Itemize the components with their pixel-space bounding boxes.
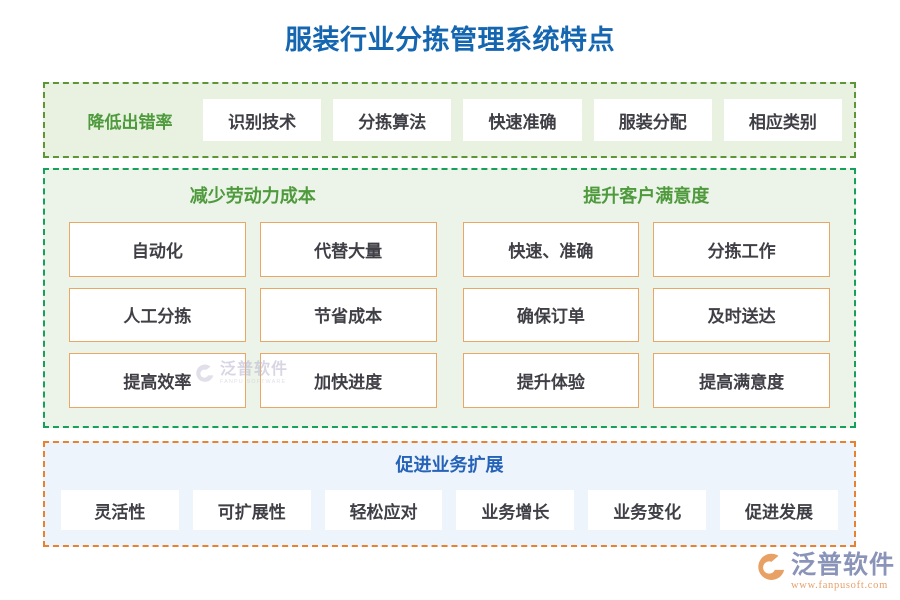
expansion-chip-3[interactable]: 轻松应对: [324, 490, 443, 530]
accuracy-chip-1[interactable]: 识别技术: [203, 99, 322, 141]
accuracy-chip-4[interactable]: 服装分配: [593, 99, 712, 141]
brand-url: www.fanpusoft.com: [791, 580, 888, 591]
section-expansion-chip-row: 灵活性 可扩展性 轻松应对 业务增长 业务变化 促进发展: [61, 487, 838, 533]
infographic-page: 服装行业分拣管理系统特点 降低出错率 识别技术 分拣算法 快速准确 服装分配 相…: [0, 0, 900, 600]
labor-chip-5[interactable]: 提高效率: [69, 353, 246, 408]
satisfaction-chip-1[interactable]: 快速、准确: [462, 222, 640, 277]
satisfaction-chip-2[interactable]: 分拣工作: [653, 222, 830, 277]
column-satisfaction-heading: 提升客户满意度: [583, 186, 710, 206]
column-labor-heading: 减少劳动力成本: [189, 186, 316, 206]
labor-chip-6[interactable]: 加快进度: [259, 353, 437, 408]
column-satisfaction: 提升客户满意度 快速、准确 分拣工作 确保订单 及时送达 提升体验 提高满意度: [462, 184, 830, 408]
satisfaction-chip-4[interactable]: 及时送达: [653, 287, 830, 343]
expansion-chip-4[interactable]: 业务增长: [456, 490, 575, 530]
brand-text: 泛普软件 www.fanpusoft.com: [791, 552, 895, 592]
section-accuracy-chip-row: 识别技术 分拣算法 快速准确 服装分配 相应类别: [203, 99, 843, 141]
satisfaction-chip-5[interactable]: 提升体验: [462, 353, 640, 408]
section-accuracy: 降低出错率 识别技术 分拣算法 快速准确 服装分配 相应类别: [43, 82, 856, 158]
accuracy-chip-2[interactable]: 分拣算法: [333, 99, 452, 141]
expansion-chip-2[interactable]: 可扩展性: [192, 490, 311, 530]
brand-swoosh-icon: [757, 553, 787, 583]
brand-logo: 泛普软件 www.fanpusoft.com: [757, 552, 895, 592]
section-accuracy-label: 降低出错率: [87, 112, 173, 132]
labor-chip-1[interactable]: 自动化: [69, 222, 246, 277]
expansion-chip-5[interactable]: 业务变化: [588, 490, 707, 530]
column-labor-grid: 自动化 代替大量 人工分拣 节省成本 提高效率 加快进度: [69, 222, 437, 408]
satisfaction-chip-3[interactable]: 确保订单: [462, 287, 640, 343]
page-title: 服装行业分拣管理系统特点: [285, 25, 615, 55]
labor-chip-4[interactable]: 节省成本: [259, 287, 437, 343]
column-satisfaction-grid: 快速、准确 分拣工作 确保订单 及时送达 提升体验 提高满意度: [462, 222, 830, 408]
satisfaction-chip-6[interactable]: 提高满意度: [653, 353, 830, 408]
expansion-chip-6[interactable]: 促进发展: [720, 490, 838, 530]
section-expansion-heading: 促进业务扩展: [395, 455, 504, 475]
brand-name: 泛普软件: [791, 551, 896, 579]
expansion-chip-1[interactable]: 灵活性: [61, 490, 179, 530]
section-benefits: 减少劳动力成本 自动化 代替大量 人工分拣 节省成本 提高效率 加快进度 提升客…: [43, 168, 856, 428]
labor-chip-3[interactable]: 人工分拣: [69, 287, 246, 343]
accuracy-chip-3[interactable]: 快速准确: [463, 99, 582, 141]
column-labor: 减少劳动力成本 自动化 代替大量 人工分拣 节省成本 提高效率 加快进度: [69, 184, 437, 408]
section-expansion: 促进业务扩展 灵活性 可扩展性 轻松应对 业务增长 业务变化 促进发展: [43, 441, 856, 547]
labor-chip-2[interactable]: 代替大量: [259, 222, 437, 277]
accuracy-chip-5[interactable]: 相应类别: [723, 99, 843, 141]
